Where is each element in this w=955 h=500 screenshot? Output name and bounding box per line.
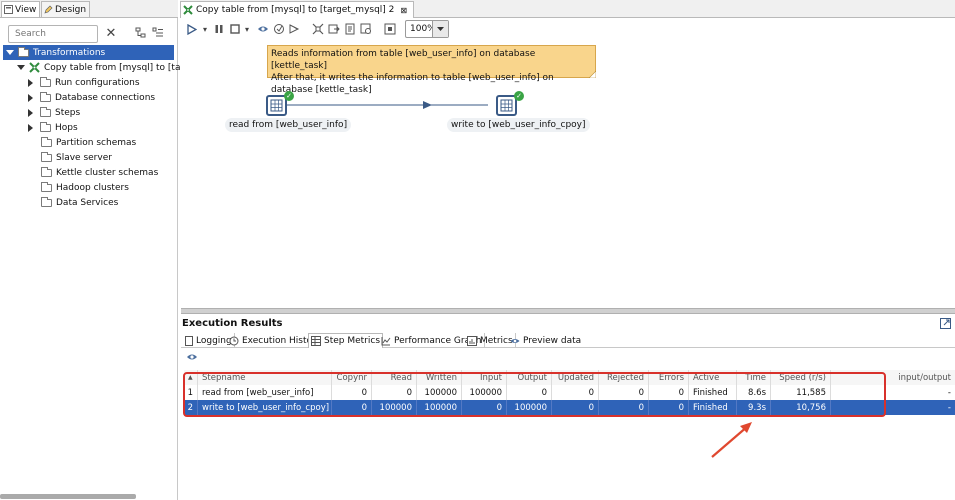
folder-icon bbox=[41, 196, 52, 207]
tree-item-label: Partition schemas bbox=[56, 137, 137, 148]
tree-item-transformations[interactable]: Transformations bbox=[3, 45, 174, 60]
tree-item-label: Kettle cluster schemas bbox=[56, 167, 159, 178]
clock-icon bbox=[229, 336, 239, 346]
collapse-all-icon[interactable] bbox=[134, 26, 148, 40]
toolbar: ▾ ▾ bbox=[180, 18, 955, 40]
clear-search-icon[interactable]: ✕ bbox=[104, 26, 118, 41]
left-tabbar: View Design bbox=[0, 0, 178, 18]
step-read-label[interactable]: read from [web_user_info] bbox=[225, 118, 352, 132]
chevron-right-icon[interactable] bbox=[28, 93, 33, 102]
tree-item-hadoop-clusters[interactable]: Hadoop clusters bbox=[41, 180, 129, 195]
tree-item-label: Data Services bbox=[56, 197, 119, 208]
canvas-note[interactable]: Reads information from table [web_user_i… bbox=[267, 45, 596, 95]
tab-view-label: View bbox=[15, 4, 37, 15]
replay-icon[interactable] bbox=[287, 22, 301, 36]
pane-splitter[interactable] bbox=[181, 308, 955, 314]
left-panel-scrollbar[interactable] bbox=[0, 494, 136, 499]
show-hide-eye-icon[interactable] bbox=[186, 352, 198, 362]
step-ok-check-icon: ✓ bbox=[514, 91, 524, 101]
folder-icon bbox=[41, 166, 52, 177]
pause-icon[interactable] bbox=[212, 22, 226, 36]
note-line: Reads information from table [web_user_i… bbox=[271, 49, 536, 71]
debug-icon[interactable] bbox=[272, 22, 286, 36]
graph-icon bbox=[381, 336, 391, 346]
tree-item-steps[interactable]: Steps bbox=[28, 105, 80, 120]
folder-icon bbox=[41, 181, 52, 192]
tree-item-label: Slave server bbox=[56, 152, 112, 163]
tree-item-label: Hadoop clusters bbox=[56, 182, 129, 193]
step-write-label[interactable]: write to [web_user_info_cpoy] bbox=[447, 118, 590, 132]
execution-tabs: Logging Execution History Step Metrics P… bbox=[181, 333, 955, 348]
folder-icon bbox=[18, 46, 29, 57]
hop-arrow[interactable] bbox=[286, 98, 498, 112]
tab-design[interactable]: Design bbox=[41, 1, 91, 17]
tab-step-metrics[interactable]: Step Metrics bbox=[308, 333, 384, 348]
verify-icon[interactable] bbox=[311, 22, 325, 36]
transformation-icon bbox=[183, 5, 193, 15]
close-tab-icon[interactable]: ⊠ bbox=[400, 6, 407, 15]
tree-item-partition-schemas[interactable]: Partition schemas bbox=[41, 135, 136, 150]
preview-eye-icon[interactable] bbox=[256, 22, 270, 36]
sql-icon[interactable] bbox=[343, 22, 357, 36]
folder-icon bbox=[40, 76, 51, 87]
step-ok-check-icon: ✓ bbox=[284, 91, 294, 101]
tree-item-label: Transformations bbox=[33, 47, 106, 58]
tree-item-data-services[interactable]: Data Services bbox=[41, 195, 118, 210]
view-icon bbox=[4, 5, 13, 14]
folder-icon bbox=[40, 106, 51, 117]
transformation-icon bbox=[29, 62, 40, 73]
grid-align-icon[interactable] bbox=[383, 22, 397, 36]
analyze-impact-icon[interactable] bbox=[327, 22, 341, 36]
chevron-right-icon[interactable] bbox=[28, 123, 33, 132]
execution-results-title: Execution Results bbox=[182, 318, 283, 329]
tree-item-label: Database connections bbox=[55, 92, 156, 103]
zoom-select[interactable]: 100% bbox=[405, 20, 449, 38]
search-input[interactable] bbox=[8, 25, 98, 43]
tree-item-label: Hops bbox=[55, 122, 78, 133]
tree-item-slave-server[interactable]: Slave server bbox=[41, 150, 112, 165]
annotation-arrow bbox=[711, 422, 752, 458]
stop-options-chevron-down-icon[interactable]: ▾ bbox=[240, 22, 254, 36]
maximize-icon[interactable] bbox=[940, 318, 951, 329]
tree-item-kettle-cluster-schemas[interactable]: Kettle cluster schemas bbox=[41, 165, 158, 180]
run-options-chevron-down-icon[interactable]: ▾ bbox=[198, 22, 212, 36]
metrics-icon bbox=[467, 335, 477, 346]
run-icon[interactable] bbox=[184, 22, 198, 36]
tab-label: Preview data bbox=[523, 335, 582, 346]
chevron-down-icon[interactable] bbox=[17, 65, 25, 70]
chevron-down-icon[interactable] bbox=[6, 50, 14, 55]
tree-item-label: Copy table from [mysql] to [target_ bbox=[44, 62, 204, 73]
editor-tab[interactable]: Copy table from [mysql] to [target_mysql… bbox=[180, 1, 415, 18]
document-icon bbox=[185, 335, 193, 346]
table-icon bbox=[311, 336, 321, 346]
tree-item-database-connections[interactable]: Database connections bbox=[28, 90, 155, 105]
tree-item-hops[interactable]: Hops bbox=[28, 120, 78, 135]
note-corner-icon bbox=[589, 71, 596, 78]
folder-icon bbox=[40, 91, 51, 102]
tree-item-label: Steps bbox=[55, 107, 81, 118]
eye-icon bbox=[510, 337, 520, 345]
tree-item-copy-table[interactable]: Copy table from [mysql] to [target_ bbox=[17, 60, 203, 75]
folder-icon bbox=[41, 136, 52, 147]
folder-icon bbox=[40, 121, 51, 132]
database-explorer-icon[interactable] bbox=[359, 22, 373, 36]
tab-view[interactable]: View bbox=[1, 1, 41, 17]
tree-item-run-configurations[interactable]: Run configurations bbox=[28, 75, 140, 90]
tab-label: Step Metrics bbox=[324, 336, 381, 346]
tree-item-label: Run configurations bbox=[55, 77, 140, 88]
zoom-value: 100% bbox=[410, 24, 432, 34]
chevron-right-icon[interactable] bbox=[28, 78, 33, 87]
expand-all-icon[interactable] bbox=[151, 26, 165, 40]
tab-design-label: Design bbox=[55, 4, 87, 15]
editor-tab-label: Copy table from [mysql] to [target_mysql… bbox=[196, 5, 395, 15]
pencil-icon bbox=[44, 5, 53, 14]
chevron-down-icon[interactable] bbox=[432, 21, 448, 37]
chevron-right-icon[interactable] bbox=[28, 108, 33, 117]
folder-icon bbox=[41, 151, 52, 162]
tab-preview-data[interactable]: Preview data bbox=[508, 333, 583, 348]
highlight-box bbox=[183, 372, 886, 417]
note-line: After that, it writes the information to… bbox=[271, 73, 554, 95]
